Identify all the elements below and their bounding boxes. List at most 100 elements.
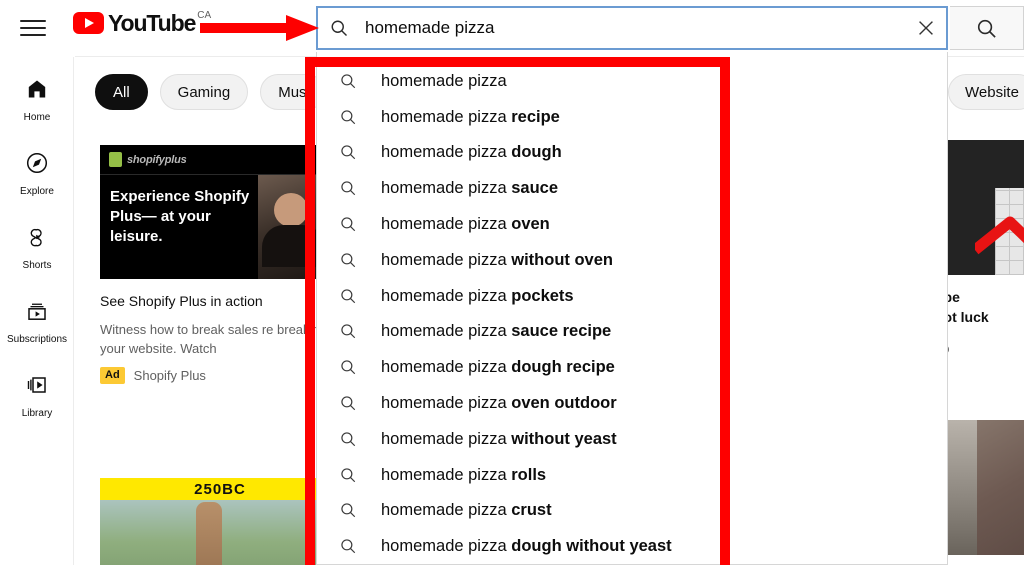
suggestion-item[interactable]: homemade pizza oven: [317, 206, 947, 242]
suggestion-text: homemade pizza crust: [381, 501, 552, 520]
video-thumbnail-250bc[interactable]: 250BC: [100, 478, 340, 565]
search-icon: [341, 288, 356, 303]
suggestion-item[interactable]: homemade pizza without oven: [317, 242, 947, 278]
ad-advertiser[interactable]: Shopify Plus: [134, 368, 206, 383]
search-icon: [341, 360, 356, 375]
youtube-wordmark: YouTube: [108, 10, 196, 36]
suggestion-text: homemade pizza rolls: [381, 465, 547, 484]
suggestion-item[interactable]: homemade pizza crust: [317, 493, 947, 529]
ad-card[interactable]: shopifyplus Experience Shopify Plus— at …: [100, 145, 340, 384]
search-icon: [341, 503, 356, 518]
clear-search-button[interactable]: [906, 8, 946, 48]
right-card-meta: go: [935, 341, 1024, 356]
sidebar-item-explore[interactable]: Explore: [0, 137, 74, 211]
search-icon: [341, 181, 356, 196]
suggestion-item[interactable]: homemade pizza pockets: [317, 278, 947, 314]
chip-all[interactable]: All: [95, 74, 148, 110]
search-icon: [341, 253, 356, 268]
suggestion-text: homemade pizza sauce recipe: [381, 322, 612, 341]
thumbnail-banner-text: 250BC: [100, 478, 340, 500]
sidebar-item-shorts[interactable]: Shorts: [0, 211, 74, 285]
search-icon: [341, 74, 356, 89]
sidebar-item-label: Library: [21, 408, 53, 419]
video-thumbnail-wood[interactable]: [935, 420, 1024, 555]
sidebar-item-label: Subscriptions: [6, 334, 68, 345]
subscriptions-icon: [25, 299, 49, 328]
search-query-value[interactable]: homemade pizza: [365, 18, 906, 38]
right-card-title-line2: not luck: [935, 309, 989, 325]
suggestion-text: homemade pizza: [381, 71, 507, 90]
ad-thumb-headline: Experience Shopify Plus— at your leisure…: [110, 188, 250, 245]
shopify-bag-icon: [109, 152, 122, 167]
search-icon: [977, 19, 996, 38]
search-icon: [331, 20, 348, 37]
ad-logo-text-2: plus: [164, 153, 187, 166]
search-icon: [341, 145, 356, 160]
suggestion-item[interactable]: homemade pizza dough recipe: [317, 349, 947, 385]
ad-brand-bar: shopifyplus: [100, 145, 340, 175]
suggestion-text: homemade pizza oven: [381, 215, 550, 234]
red-trend-line-icon: [975, 216, 1024, 255]
chip-website[interactable]: Website: [948, 74, 1024, 110]
suggestion-item[interactable]: homemade pizza sauce recipe: [317, 314, 947, 350]
sidebar-item-label: Shorts: [22, 260, 52, 271]
suggestion-text: homemade pizza recipe: [381, 107, 560, 126]
right-card-title-line1: ube: [935, 287, 1024, 307]
chip-gaming[interactable]: Gaming: [159, 74, 249, 110]
search-icon: [341, 324, 356, 339]
youtube-logo[interactable]: YouTube CA: [73, 10, 211, 36]
hamburger-menu-icon[interactable]: [20, 14, 48, 42]
search-icon: [341, 110, 356, 124]
search-icon: [341, 396, 356, 411]
suggestion-text: homemade pizza sauce: [381, 179, 559, 198]
compass-icon: [25, 151, 49, 180]
suggestion-item[interactable]: homemade pizza dough: [317, 135, 947, 171]
statue-graphic: [196, 502, 222, 565]
suggestion-item[interactable]: homemade pizza dough without yeast: [317, 528, 947, 564]
suggestion-item[interactable]: homemade pizza without yeast: [317, 421, 947, 457]
sidebar-item-library[interactable]: Library: [0, 359, 74, 433]
search-icon: [341, 432, 356, 447]
suggestion-text: homemade pizza oven outdoor: [381, 394, 617, 413]
sidebar-item-label: Home: [23, 112, 51, 123]
search-submit-button[interactable]: [950, 6, 1024, 50]
close-x-icon: [919, 21, 933, 35]
suggestion-text: homemade pizza dough recipe: [381, 358, 615, 377]
shorts-icon: [25, 225, 49, 254]
ad-logo-text-1: shopify: [127, 153, 165, 166]
youtube-search-page: Home Explore Shorts Subscriptions Librar…: [0, 0, 1024, 565]
sidebar-item-subscriptions[interactable]: Subscriptions: [0, 285, 74, 359]
suggestion-text: homemade pizza pockets: [381, 286, 574, 305]
chart-thumbnail[interactable]: 16: [935, 140, 1024, 275]
sidebar-item-home[interactable]: Home: [0, 63, 74, 137]
ad-title[interactable]: See Shopify Plus in action: [100, 292, 340, 311]
search-suggestions-dropdown[interactable]: homemade pizza homemade pizza recipe homem…: [316, 52, 948, 565]
youtube-play-icon: [73, 12, 104, 34]
suggestion-text: homemade pizza without oven: [381, 250, 613, 269]
ad-badge: Ad: [100, 367, 125, 384]
ad-attribution-row: Ad Shopify Plus: [100, 367, 340, 384]
sidebar-item-label: Explore: [20, 186, 54, 197]
suggestion-item[interactable]: homemade pizza oven outdoor: [317, 385, 947, 421]
search-icon: [341, 217, 356, 232]
video-card-right[interactable]: 16 ube not luck go: [935, 140, 1024, 356]
chip-music[interactable]: Mus: [260, 74, 325, 110]
red-arrow-annotation: [200, 15, 319, 41]
suggestion-item[interactable]: homemade pizza: [317, 63, 947, 99]
search-icon: [341, 467, 356, 482]
suggestion-item[interactable]: homemade pizza recipe: [317, 99, 947, 135]
search-icon: [341, 539, 356, 554]
filter-chip-bar: All Gaming Mus: [95, 74, 325, 110]
suggestion-item[interactable]: homemade pizza sauce: [317, 170, 947, 206]
suggestion-item[interactable]: homemade pizza rolls: [317, 457, 947, 493]
library-icon: [25, 373, 49, 402]
suggestion-text: homemade pizza without yeast: [381, 429, 617, 448]
suggestion-text: homemade pizza dough: [381, 143, 562, 162]
ad-thumbnail[interactable]: shopifyplus Experience Shopify Plus— at …: [100, 145, 340, 279]
ad-description: Witness how to break sales re breaking y…: [100, 322, 327, 356]
search-input[interactable]: homemade pizza: [316, 6, 948, 50]
suggestion-text: homemade pizza dough without yeast: [381, 537, 672, 556]
sidebar-nav: Home Explore Shorts Subscriptions Librar…: [0, 57, 74, 565]
top-header: YouTube CA homemade pizza: [0, 0, 1024, 57]
home-icon: [25, 77, 49, 106]
